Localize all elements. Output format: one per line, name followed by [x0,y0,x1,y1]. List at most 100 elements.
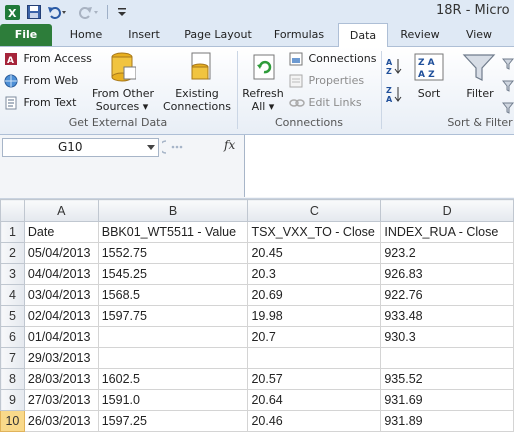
tab-insert[interactable]: Insert [118,24,170,46]
row-header[interactable]: 8 [0,368,25,390]
insert-function-icon[interactable]: fx [224,138,235,152]
access-icon: A [5,53,17,66]
cell-d[interactable]: 935.52 [380,368,514,390]
redo-icon[interactable] [78,4,100,20]
row-header[interactable]: 3 [0,263,25,285]
from-other-sources-button[interactable]: From Other Sources ▾ [92,87,154,113]
cell-c[interactable]: 20.64 [247,389,382,411]
cell-c[interactable]: 20.3 [247,263,382,285]
cell-d[interactable]: 933.48 [380,305,514,327]
tab-file[interactable]: File [0,24,52,46]
cell-a[interactable]: 29/03/2013 [23,347,99,369]
cell-a[interactable]: 27/03/2013 [23,389,99,411]
clear-filter-icon[interactable] [501,57,514,120]
svg-text:A: A [7,56,14,66]
from-access-label: From Access [23,52,92,65]
cell-b[interactable] [97,326,249,348]
properties-button[interactable]: Properties [289,74,364,88]
existing-connections-button[interactable]: Existing Connections [160,87,234,113]
cell-d[interactable]: 931.69 [380,389,514,411]
sort-a-to-z-icon[interactable]: AZ [386,57,404,78]
cell-d[interactable]: 922.76 [380,284,514,306]
cell-c[interactable]: 19.98 [247,305,382,327]
cell-b[interactable]: 1597.25 [97,410,249,432]
cell-d[interactable]: 931.89 [380,410,514,432]
tab-data[interactable]: Data [338,23,388,47]
cell-a[interactable]: 03/04/2013 [23,284,99,306]
tab-home[interactable]: Home [62,24,110,46]
cell-d[interactable]: 923.2 [380,242,514,264]
name-box-dropdown-icon[interactable] [147,145,155,151]
cell-c[interactable]: 20.69 [247,284,382,306]
from-text-button[interactable]: From Text [4,96,77,110]
cell-c[interactable] [247,347,382,369]
cell-a[interactable]: 04/04/2013 [23,263,99,285]
cell-b[interactable]: 1591.0 [97,389,249,411]
row-header[interactable]: 6 [0,326,25,348]
cell-a[interactable]: 28/03/2013 [23,368,99,390]
cell-a[interactable]: 01/04/2013 [23,326,99,348]
refresh-all-button[interactable]: Refresh All ▾ [240,87,286,113]
cell-d[interactable] [380,347,514,369]
undo-icon[interactable] [46,4,68,20]
save-icon[interactable] [26,4,42,20]
cell-a[interactable]: 02/04/2013 [23,305,99,327]
formula-input[interactable] [244,135,514,197]
svg-text:A Z: A Z [418,70,435,80]
cell-b[interactable]: BBK01_WT5511 - Value [97,221,249,243]
sort-button[interactable]: Sort [414,87,444,100]
formula-bar-resize-icon[interactable] [162,139,184,155]
cell-b[interactable]: 1597.75 [97,305,249,327]
group-separator [381,51,382,129]
column-header-a[interactable]: A [23,199,99,222]
from-access-button[interactable]: A From Access [4,52,92,66]
existing-connections-icon [186,51,216,88]
cell-c[interactable]: 20.7 [247,326,382,348]
excel-logo-icon[interactable]: X [4,4,20,20]
cell-a[interactable]: Date [23,221,99,243]
row-header[interactable]: 7 [0,347,25,369]
name-box[interactable]: G10 [2,138,159,157]
row-header[interactable]: 5 [0,305,25,327]
tab-review[interactable]: Review [394,24,446,46]
cell-c[interactable]: TSX_VXX_TO - Close [247,221,382,243]
cell-table: A B C D 1 Date BBK01_WT5511 - Value TSX_VXX… [0,199,514,432]
row-header[interactable]: 9 [0,389,25,411]
from-web-label: From Web [23,74,79,87]
tab-formulas[interactable]: Formulas [266,24,332,46]
cell-c[interactable]: 20.46 [247,410,382,432]
cell-a[interactable]: 05/04/2013 [23,242,99,264]
filter-button[interactable]: Filter [460,87,500,100]
cell-a[interactable]: 26/03/2013 [23,410,99,432]
column-header-c[interactable]: C [247,199,382,222]
sort-z-to-a-icon[interactable]: ZA [386,85,404,106]
select-all-corner[interactable] [0,199,25,222]
cell-c[interactable]: 20.57 [247,368,382,390]
cell-d[interactable]: 930.3 [380,326,514,348]
cell-b[interactable]: 1602.5 [97,368,249,390]
text-file-icon [5,96,17,110]
connections-button[interactable]: Connections [289,52,376,66]
cell-b[interactable]: 1545.25 [97,263,249,285]
edit-links-label: Edit Links [308,96,362,109]
column-header-d[interactable]: D [380,199,514,222]
edit-links-button[interactable]: Edit Links [289,96,362,110]
column-header-b[interactable]: B [97,199,249,222]
table-row: 9 27/03/2013 1591.0 20.64 931.69 [0,389,514,411]
tab-page-layout[interactable]: Page Layout [178,24,258,46]
row-header[interactable]: 1 [0,221,25,243]
row-header[interactable]: 10 [0,410,25,432]
sort-dialog-icon: Z A A Z [414,53,444,84]
cell-d[interactable]: INDEX_RUA - Close [380,221,514,243]
cell-c[interactable]: 20.45 [247,242,382,264]
cell-b[interactable] [97,347,249,369]
cell-d[interactable]: 926.83 [380,263,514,285]
cell-b[interactable]: 1552.75 [97,242,249,264]
ribbon: A From Access From Web From Text From Ot… [0,47,514,135]
cell-b[interactable]: 1568.5 [97,284,249,306]
row-header[interactable]: 2 [0,242,25,264]
customize-quick-access-icon[interactable] [114,4,130,20]
row-header[interactable]: 4 [0,284,25,306]
from-web-button[interactable]: From Web [4,74,78,88]
tab-view[interactable]: View [454,24,504,46]
